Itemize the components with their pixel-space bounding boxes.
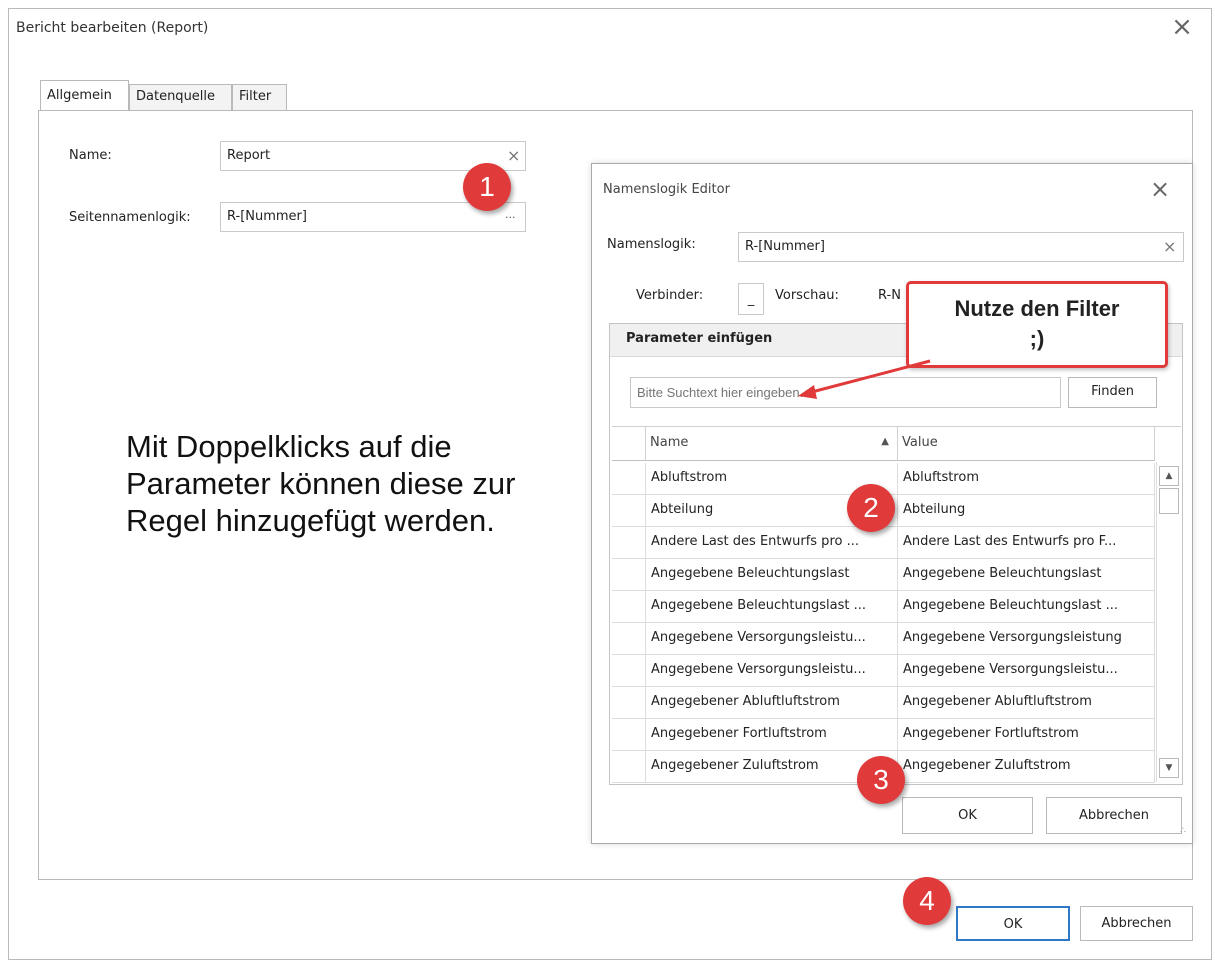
close-icon[interactable]: × bbox=[1170, 14, 1194, 40]
callout-line-2: ;) bbox=[1029, 326, 1045, 351]
name-label: Name: bbox=[69, 148, 112, 163]
preview-label: Vorschau: bbox=[775, 288, 839, 303]
cell-name[interactable]: Angegebene Versorgungsleistu... bbox=[646, 623, 898, 655]
row-indicator bbox=[612, 591, 646, 623]
cell-value[interactable]: Angegebene Beleuchtungslast ... bbox=[898, 591, 1155, 623]
cell-name[interactable]: Andere Last des Entwurfs pro ... bbox=[646, 527, 898, 559]
connector-input[interactable]: _ bbox=[738, 283, 764, 315]
table-row[interactable]: Angegebener Fortluftstrom Angegebener For… bbox=[612, 719, 1155, 751]
row-indicator bbox=[612, 655, 646, 687]
instruction-text: Mit Doppelklicks auf die Parameter könne… bbox=[126, 429, 516, 538]
editor-title: Namenslogik Editor bbox=[603, 182, 730, 197]
column-header-value[interactable]: Value bbox=[898, 427, 1155, 461]
table-row[interactable]: Angegebene Versorgungsleistu... Angegeben… bbox=[612, 623, 1155, 655]
naming-logic-value: R-[Nummer] bbox=[745, 239, 825, 254]
row-indicator bbox=[612, 495, 646, 527]
cell-value[interactable]: Angegebene Versorgungsleistu... bbox=[898, 655, 1155, 687]
table-row[interactable]: Angegebene Versorgungsleistu... Angegeben… bbox=[612, 655, 1155, 687]
step-badge-3: 3 bbox=[857, 756, 905, 804]
cell-value[interactable]: Andere Last des Entwurfs pro F... bbox=[898, 527, 1155, 559]
column-header-name[interactable]: Name ▲ bbox=[646, 427, 898, 461]
table-row[interactable]: Angegebener Abluftluftstrom Angegebener A… bbox=[612, 687, 1155, 719]
cell-name[interactable]: Angegebene Versorgungsleistu... bbox=[646, 655, 898, 687]
clear-icon[interactable]: × bbox=[1163, 239, 1176, 255]
pagename-logic-value: R-[Nummer] bbox=[227, 209, 307, 224]
step-badge-4: 4 bbox=[903, 877, 951, 925]
cell-value[interactable]: Angegebener Zuluftstrom bbox=[898, 751, 1155, 783]
tab-datenquelle[interactable]: Datenquelle bbox=[129, 84, 232, 110]
callout-line-1: Nutze den Filter bbox=[954, 296, 1120, 321]
step-badge-1: 1 bbox=[463, 163, 511, 211]
row-indicator bbox=[612, 463, 646, 495]
editor-ok-button[interactable]: OK bbox=[902, 797, 1033, 834]
cell-value[interactable]: Abteilung bbox=[898, 495, 1155, 527]
row-indicator bbox=[612, 527, 646, 559]
step-badge-2: 2 bbox=[847, 484, 895, 532]
scroll-thumb[interactable] bbox=[1159, 488, 1179, 514]
cell-name[interactable]: Angegebener Abluftluftstrom bbox=[646, 687, 898, 719]
tab-filter[interactable]: Filter bbox=[232, 84, 287, 110]
dialog-ok-button[interactable]: OK bbox=[956, 906, 1070, 941]
resize-grip-icon[interactable]: ∴ bbox=[1180, 827, 1192, 840]
editor-cancel-button[interactable]: Abbrechen bbox=[1046, 797, 1182, 834]
row-indicator-header bbox=[612, 427, 646, 461]
naming-logic-label: Namenslogik: bbox=[607, 237, 696, 252]
cell-name[interactable]: Angegebener Fortluftstrom bbox=[646, 719, 898, 751]
row-indicator bbox=[612, 719, 646, 751]
dialog-title: Bericht bearbeiten (Report) bbox=[16, 20, 209, 36]
cell-value[interactable]: Angegebene Versorgungsleistung bbox=[898, 623, 1155, 655]
name-value: Report bbox=[227, 148, 271, 163]
naming-logic-input[interactable]: R-[Nummer] bbox=[738, 232, 1184, 262]
table-row[interactable]: Angegebene Beleuchtungslast Angegebene Be… bbox=[612, 559, 1155, 591]
parameter-grid: Name ▲ Value Abluftstrom Abluftstrom Abtei… bbox=[612, 426, 1181, 784]
row-indicator bbox=[612, 623, 646, 655]
scroll-up-icon[interactable]: ▲ bbox=[1159, 466, 1179, 486]
row-indicator bbox=[612, 687, 646, 719]
cell-value[interactable]: Angegebener Abluftluftstrom bbox=[898, 687, 1155, 719]
preview-value: R-N bbox=[878, 288, 901, 303]
dialog-cancel-button[interactable]: Abbrechen bbox=[1080, 906, 1193, 941]
sort-ascending-icon: ▲ bbox=[881, 436, 889, 447]
cell-name[interactable]: Angegebene Beleuchtungslast bbox=[646, 559, 898, 591]
callout-arrow-icon bbox=[798, 359, 931, 399]
cell-name[interactable]: Angegebene Beleuchtungslast ... bbox=[646, 591, 898, 623]
row-indicator bbox=[612, 751, 646, 783]
find-button[interactable]: Finden bbox=[1068, 377, 1157, 408]
table-row[interactable]: Andere Last des Entwurfs pro ... Andere L… bbox=[612, 527, 1155, 559]
column-header-name-label: Name bbox=[650, 435, 689, 450]
row-indicator bbox=[612, 559, 646, 591]
cell-value[interactable]: Angegebene Beleuchtungslast bbox=[898, 559, 1155, 591]
connector-label: Verbinder: bbox=[636, 288, 704, 303]
cell-value[interactable]: Abluftstrom bbox=[898, 463, 1155, 495]
tab-allgemein[interactable]: Allgemein bbox=[40, 80, 129, 111]
cell-value[interactable]: Angegebener Fortluftstrom bbox=[898, 719, 1155, 751]
filter-hint-callout: Nutze den Filter ;) bbox=[906, 281, 1168, 368]
clear-icon[interactable]: × bbox=[507, 148, 520, 164]
close-icon[interactable]: × bbox=[1148, 177, 1172, 202]
scroll-down-icon[interactable]: ▼ bbox=[1159, 758, 1179, 778]
ellipsis-button[interactable]: ... bbox=[505, 208, 516, 221]
table-row[interactable]: Angegebene Beleuchtungslast ... Angegeben… bbox=[612, 591, 1155, 623]
vertical-scrollbar[interactable]: ▲ ▼ bbox=[1156, 462, 1180, 782]
pagename-logic-label: Seitennamenlogik: bbox=[69, 210, 191, 225]
